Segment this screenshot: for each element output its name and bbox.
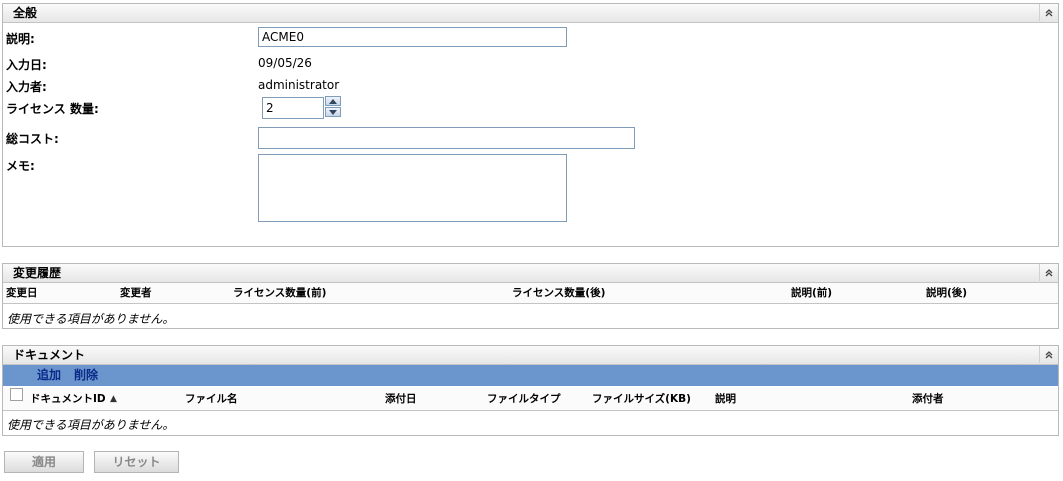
- reset-button[interactable]: リセット: [94, 451, 179, 473]
- total-cost-input[interactable]: [258, 127, 635, 149]
- license-qty-stepper: [325, 96, 341, 118]
- stepper-down-icon[interactable]: [325, 107, 341, 117]
- description-label: 説明:: [6, 32, 35, 46]
- collapse-icon[interactable]: [1039, 346, 1058, 363]
- history-col-changed-by[interactable]: 変更者: [120, 283, 152, 303]
- documents-col-document-id[interactable]: ドキュメントID: [30, 388, 106, 410]
- documents-empty-message: 使用できる項目がありません。: [7, 418, 175, 432]
- documents-panel: ドキュメント 追加 削除 ドキュメントID ▲ ファイル名 添付日 ファイルタイ…: [2, 345, 1059, 436]
- history-empty-message: 使用できる項目がありません。: [7, 312, 175, 326]
- sort-ascending-icon[interactable]: ▲: [110, 388, 117, 410]
- history-col-license-before[interactable]: ライセンス数量(前): [233, 283, 326, 303]
- delete-document-button[interactable]: 削除: [74, 365, 98, 386]
- total-cost-label: 総コスト:: [6, 132, 59, 146]
- documents-col-attached-date[interactable]: 添付日: [385, 388, 417, 410]
- documents-panel-header: ドキュメント: [3, 346, 1058, 365]
- documents-panel-title: ドキュメント: [13, 348, 86, 362]
- history-table-header: 変更日 変更者 ライセンス数量(前) ライセンス数量(後) 説明(前) 説明(後…: [3, 283, 1058, 304]
- general-panel-title: 全般: [13, 6, 38, 20]
- entered-by-value: administrator: [258, 78, 340, 92]
- apply-button[interactable]: 適用: [4, 451, 84, 473]
- license-qty-label: ライセンス 数量:: [6, 102, 99, 116]
- history-panel-header: 変更履歴: [3, 264, 1058, 283]
- documents-col-description[interactable]: 説明: [715, 388, 736, 410]
- history-col-desc-after[interactable]: 説明(後): [926, 283, 967, 303]
- documents-col-file-size[interactable]: ファイルサイズ(KB): [592, 388, 691, 410]
- documents-table-header: ドキュメントID ▲ ファイル名 添付日 ファイルタイプ ファイルサイズ(KB)…: [3, 388, 1058, 411]
- history-col-desc-before[interactable]: 説明(前): [791, 283, 832, 303]
- documents-col-file-type[interactable]: ファイルタイプ: [487, 388, 561, 410]
- description-input[interactable]: [258, 27, 567, 47]
- documents-col-attached-by[interactable]: 添付者: [912, 388, 944, 410]
- memo-textarea[interactable]: [258, 154, 567, 222]
- entered-date-label: 入力日:: [6, 58, 47, 72]
- history-col-changed-date[interactable]: 変更日: [6, 283, 38, 303]
- entered-by-label: 入力者:: [6, 80, 47, 94]
- select-all-checkbox[interactable]: [10, 388, 23, 401]
- memo-label: メモ:: [6, 159, 35, 173]
- stepper-up-icon[interactable]: [325, 96, 341, 106]
- history-panel-title: 変更履歴: [13, 266, 62, 280]
- add-document-button[interactable]: 追加: [37, 365, 61, 386]
- documents-toolbar: 追加 削除: [3, 365, 1058, 386]
- general-panel-header: 全般: [3, 4, 1058, 23]
- license-qty-input[interactable]: [262, 97, 324, 119]
- history-panel: 変更履歴 変更日 変更者 ライセンス数量(前) ライセンス数量(後) 説明(前)…: [2, 263, 1059, 329]
- documents-col-file-name[interactable]: ファイル名: [185, 388, 238, 410]
- history-col-license-after[interactable]: ライセンス数量(後): [512, 283, 605, 303]
- entered-date-value: 09/05/26: [258, 56, 312, 70]
- collapse-icon[interactable]: [1039, 4, 1058, 21]
- collapse-icon[interactable]: [1039, 264, 1058, 281]
